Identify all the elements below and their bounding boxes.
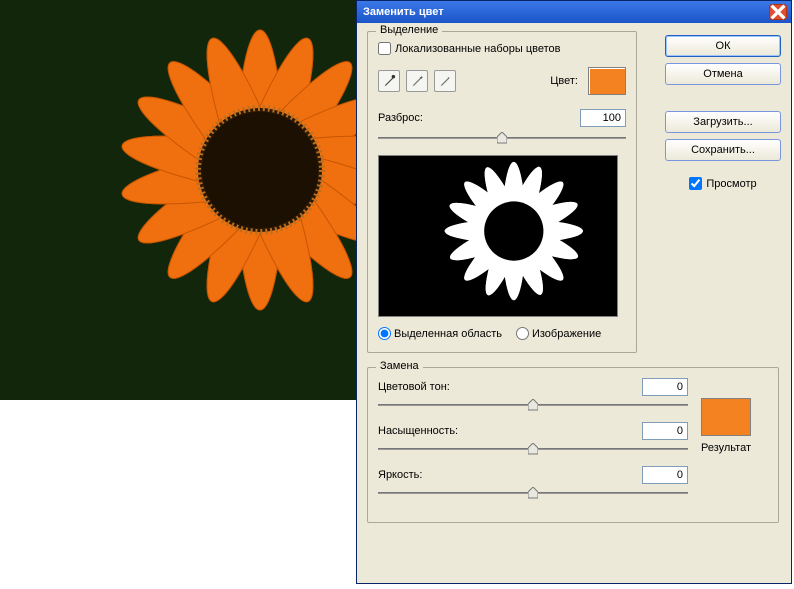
light-input[interactable] [642, 466, 688, 484]
selection-preview[interactable] [378, 155, 618, 317]
svg-text:-: - [448, 74, 450, 81]
dialog-title: Заменить цвет [363, 6, 769, 18]
eyedropper-plus-icon[interactable]: + [406, 70, 428, 92]
hue-slider[interactable] [378, 398, 688, 412]
hue-label: Цветовой тон: [378, 381, 478, 393]
result-label: Результат [686, 442, 766, 454]
color-swatch[interactable] [588, 67, 626, 95]
localized-checkbox[interactable] [378, 42, 391, 55]
fuzziness-label: Разброс: [378, 112, 580, 124]
replace-group: Замена Цветовой тон: Насыщенность: [367, 367, 779, 523]
selection-group: Выделение Локализованные наборы цветов +… [367, 31, 637, 353]
result-swatch[interactable] [701, 398, 751, 436]
eyedropper-icon[interactable] [378, 70, 400, 92]
localized-label: Локализованные наборы цветов [395, 43, 561, 55]
source-image [0, 0, 360, 400]
save-button[interactable]: Сохранить... [665, 139, 781, 161]
button-column: ОК Отмена Загрузить... Сохранить... Прос… [665, 35, 781, 190]
svg-text:+: + [420, 74, 424, 81]
fuzziness-slider[interactable] [378, 131, 626, 145]
sat-slider[interactable] [378, 442, 688, 456]
preview-label: Просмотр [706, 178, 756, 190]
color-label: Цвет: [550, 75, 578, 87]
fuzziness-input[interactable] [580, 109, 626, 127]
light-label: Яркость: [378, 469, 478, 481]
selection-legend: Выделение [376, 24, 442, 36]
replace-color-dialog: Заменить цвет ОК Отмена Загрузить... Сох… [356, 0, 792, 584]
cancel-button[interactable]: Отмена [665, 63, 781, 85]
hue-input[interactable] [642, 378, 688, 396]
titlebar[interactable]: Заменить цвет [357, 1, 791, 23]
sat-input[interactable] [642, 422, 688, 440]
load-button[interactable]: Загрузить... [665, 111, 781, 133]
close-button[interactable] [769, 4, 787, 20]
sat-label: Насыщенность: [378, 425, 478, 437]
eyedropper-minus-icon[interactable]: - [434, 70, 456, 92]
radio-selection[interactable]: Выделенная область [378, 327, 502, 340]
replace-legend: Замена [376, 360, 423, 372]
ok-button[interactable]: ОК [665, 35, 781, 57]
preview-checkbox[interactable] [689, 177, 702, 190]
radio-image[interactable]: Изображение [516, 327, 601, 340]
light-slider[interactable] [378, 486, 688, 500]
